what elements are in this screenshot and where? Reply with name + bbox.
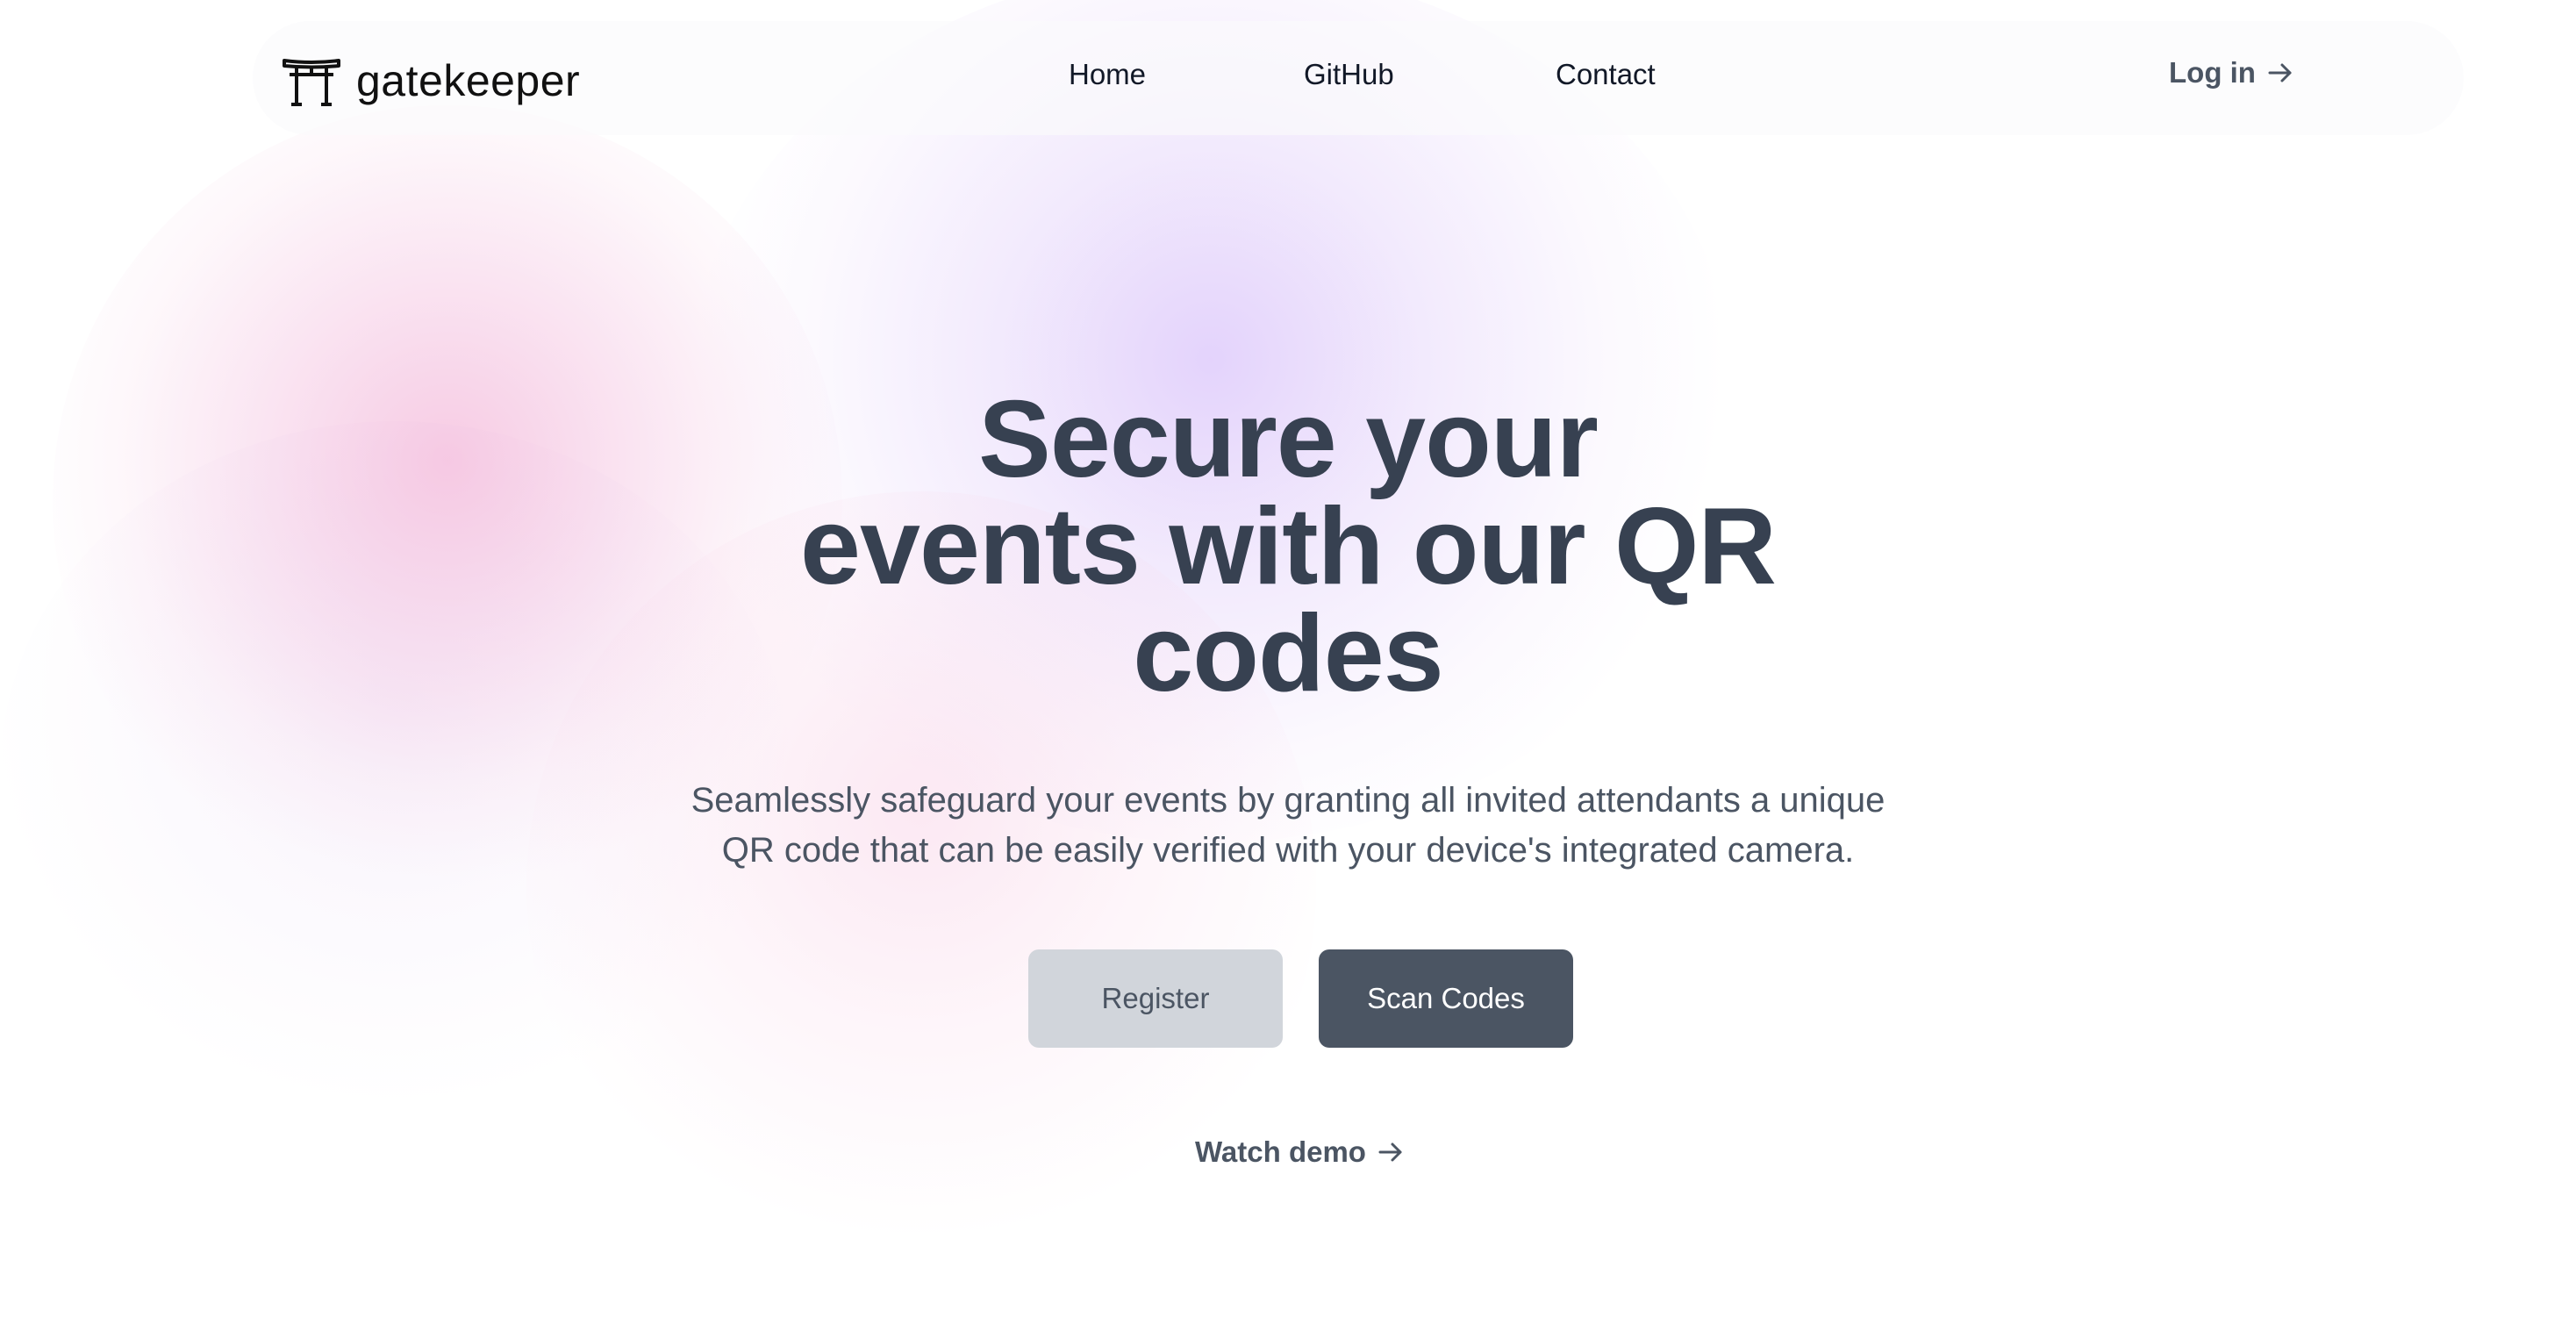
login-label: Log in bbox=[2169, 56, 2256, 89]
hero-title-line-1: Secure your bbox=[978, 379, 1599, 500]
scan-codes-button[interactable]: Scan Codes bbox=[1319, 949, 1573, 1048]
hero-buttons: Register Scan Codes bbox=[1028, 949, 1573, 1048]
nav-link-home[interactable]: Home bbox=[1069, 58, 1146, 91]
register-button[interactable]: Register bbox=[1028, 949, 1283, 1048]
hero-title-line-2: events with our QR bbox=[800, 486, 1777, 607]
hero-subtitle: Seamlessly safeguard your events by gran… bbox=[614, 776, 1962, 876]
login-link[interactable]: Log in bbox=[2169, 56, 2294, 90]
arrow-right-icon bbox=[2268, 63, 2292, 82]
arrow-right-icon bbox=[1378, 1142, 1402, 1162]
hero-subtitle-line-1: Seamlessly safeguard your events by gran… bbox=[691, 781, 1885, 820]
hero-title: Secure your events with our QR codes bbox=[762, 385, 1814, 708]
nav-link-github[interactable]: GitHub bbox=[1304, 58, 1394, 91]
brand-name: gatekeeper bbox=[356, 56, 581, 105]
hero-subtitle-line-2: QR code that can be easily verified with… bbox=[721, 831, 1855, 870]
hero-title-line-3: codes bbox=[1133, 593, 1443, 714]
torii-gate-icon bbox=[283, 59, 340, 106]
watch-demo-link[interactable]: Watch demo bbox=[1195, 1135, 1405, 1169]
brand-logo-link[interactable]: gatekeeper bbox=[283, 53, 580, 109]
watch-demo-label: Watch demo bbox=[1195, 1135, 1366, 1168]
nav-link-contact[interactable]: Contact bbox=[1556, 58, 1656, 91]
background-blob-faint bbox=[0, 421, 790, 1123]
